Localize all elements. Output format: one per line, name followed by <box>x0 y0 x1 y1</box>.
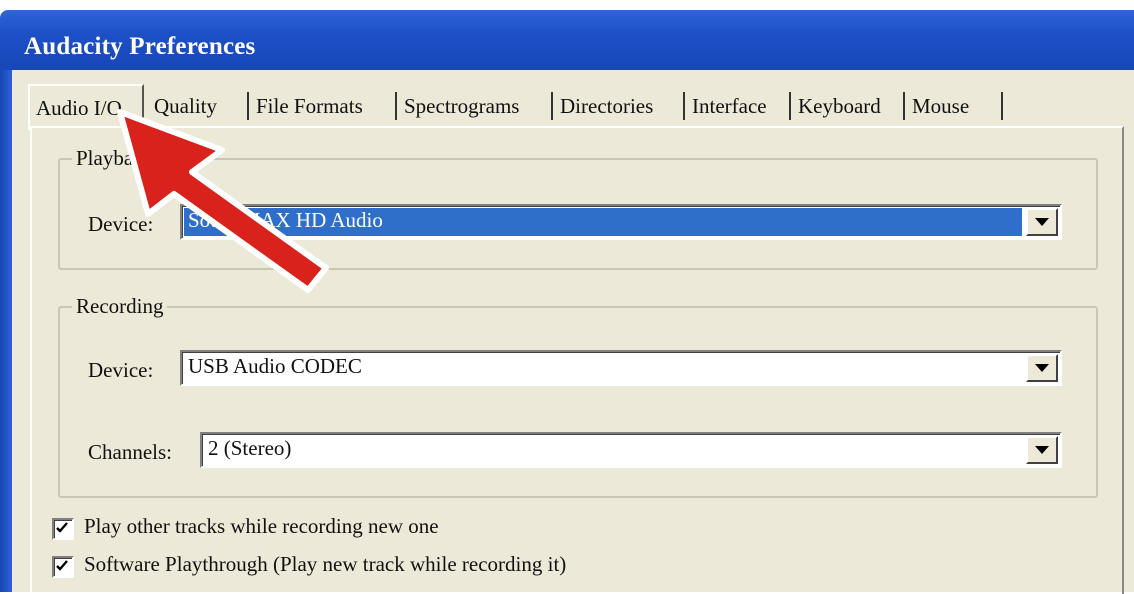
preferences-window: Audacity Preferences Audio I/O Quality F… <box>0 0 1134 594</box>
red-arrow-pointer-icon <box>117 109 329 293</box>
